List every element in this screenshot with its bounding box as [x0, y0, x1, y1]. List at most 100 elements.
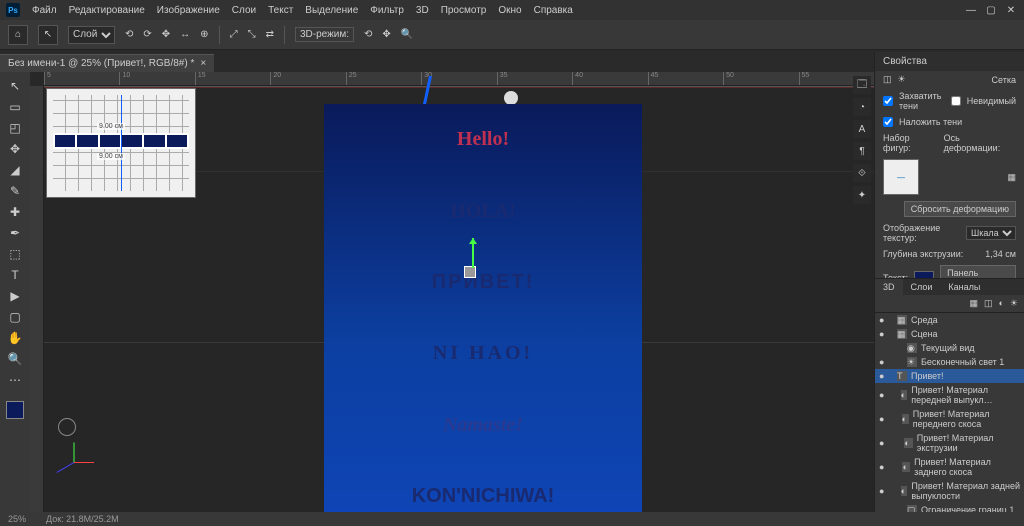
cb-invisible[interactable] [951, 96, 961, 106]
pan-icon[interactable]: ✥ [162, 29, 170, 40]
path-tool[interactable]: ▶ [3, 286, 27, 306]
shape-tool[interactable]: ▢ [3, 307, 27, 327]
3d-item[interactable]: ●◐Привет! Материал заднего скоса [875, 455, 1024, 479]
texture-mapping-select[interactable]: Шкала [966, 226, 1016, 240]
3d-item[interactable]: ●◐Привет! Материал экструзии [875, 431, 1024, 455]
zoom-level[interactable]: 25% [8, 514, 26, 524]
menu-select[interactable]: Выделение [305, 5, 358, 16]
ri-1[interactable]: 🗔 [853, 76, 871, 94]
type-tool[interactable]: T [3, 265, 27, 285]
document-tab[interactable]: Без имени-1 @ 25% (Привет!, RGB/8#) * × [0, 54, 214, 72]
frame-tool[interactable]: ◢ [3, 160, 27, 180]
ri-5[interactable]: ⟐ [853, 164, 871, 182]
3d-orbit-icon[interactable]: ⟲ [364, 29, 372, 40]
canvas[interactable]: Hello! HOLA! ПРИВЕТ! NI HAO! Namaste! KO… [44, 86, 874, 512]
color-swatch[interactable] [6, 401, 24, 419]
eyedropper-tool[interactable]: ✎ [3, 181, 27, 201]
home-icon[interactable]: ⌂ [8, 25, 28, 45]
filter-scene-icon[interactable]: ▦ [969, 298, 978, 309]
zoom-tool[interactable]: 🔍 [3, 349, 27, 369]
navigator-panel[interactable]: 9.00 см 9.00 см [46, 88, 196, 198]
marquee-tool[interactable]: ▭ [3, 97, 27, 117]
3d-item[interactable]: ●◐Привет! Материал передней выпукл… [875, 383, 1024, 407]
menu-layers[interactable]: Слои [232, 5, 256, 16]
3d-item[interactable]: ●▦Среда [875, 313, 1024, 327]
slide-icon[interactable]: ↔ [180, 29, 190, 40]
move-tool[interactable]: ↖ [3, 76, 27, 96]
shape-preset-thumb[interactable]: — [883, 159, 919, 195]
stamp-tool[interactable]: ⬚ [3, 244, 27, 264]
visibility-icon[interactable]: ● [879, 462, 887, 472]
item-type-icon: ◉ [907, 343, 917, 353]
visibility-icon[interactable]: ● [879, 315, 889, 325]
visibility-icon[interactable]: ● [879, 438, 888, 448]
ruler-vertical[interactable] [30, 86, 44, 512]
orbit-icon[interactable]: ⟲ [125, 29, 133, 40]
heal-tool[interactable]: ✚ [3, 202, 27, 222]
tool-preset-icon[interactable]: ↖ [38, 25, 58, 45]
3d-item[interactable]: ◉Текущий вид [875, 341, 1024, 355]
3d-rotate-handle[interactable] [504, 91, 518, 105]
3d-item[interactable]: ●TПривет! [875, 369, 1024, 383]
gizmo-y-axis[interactable] [472, 238, 474, 268]
3d-text-object[interactable]: Hello! HOLA! ПРИВЕТ! NI HAO! Namaste! KO… [324, 104, 642, 512]
tab-3d[interactable]: 3D [875, 279, 903, 295]
move-icon[interactable]: ⇄ [266, 29, 274, 40]
visibility-icon[interactable]: ● [879, 371, 889, 381]
visibility-icon[interactable]: ● [879, 486, 886, 496]
3d-item[interactable]: ●▦Сцена [875, 327, 1024, 341]
window-max-icon[interactable]: ▢ [984, 5, 998, 16]
tab-layers[interactable]: Слои [903, 279, 941, 295]
menu-3d[interactable]: 3D [416, 5, 429, 16]
3d-item[interactable]: ●◐Привет! Материал задней выпуклости [875, 479, 1024, 503]
menu-help[interactable]: Справка [534, 5, 573, 16]
roll-icon[interactable]: ⟳ [143, 29, 151, 40]
menu-text[interactable]: Текст [268, 5, 293, 16]
scale-icon[interactable]: ⤡ [248, 29, 256, 40]
deform-axis-btn[interactable]: ▦ [1007, 172, 1016, 183]
menu-filter[interactable]: Фильтр [370, 5, 404, 16]
filter-mesh-icon[interactable]: ◫ [984, 298, 993, 309]
3d-axis-widget[interactable] [64, 442, 104, 482]
ri-3[interactable]: A [853, 120, 871, 138]
tab-channels[interactable]: Каналы [940, 279, 988, 295]
ri-4[interactable]: ¶ [853, 142, 871, 160]
ri-2[interactable]: ◔ [853, 98, 871, 116]
menu-file[interactable]: Файл [32, 5, 57, 16]
crop-tool[interactable]: ✥ [3, 139, 27, 159]
3d-item[interactable]: ●◐Привет! Материал переднего скоса [875, 407, 1024, 431]
visibility-icon[interactable]: ● [879, 357, 889, 367]
cb-catch-shadows[interactable] [883, 96, 893, 106]
properties-tab[interactable]: Свойства [875, 52, 1024, 71]
layer-select[interactable]: Слой [68, 26, 115, 44]
visibility-icon[interactable]: ● [879, 414, 886, 424]
window-min-icon[interactable]: — [964, 5, 978, 16]
menu-image[interactable]: Изображение [157, 5, 220, 16]
window-close-icon[interactable]: ✕ [1004, 5, 1018, 16]
more-tool[interactable]: ⋯ [3, 370, 27, 390]
brush-tool[interactable]: ✒ [3, 223, 27, 243]
ri-6[interactable]: ✦ [853, 186, 871, 204]
gizmo-center[interactable] [464, 266, 476, 278]
3d-item[interactable]: ▢Ограничение границ 1 [875, 503, 1024, 512]
3d-zoom-icon[interactable]: 🔍 [401, 29, 413, 40]
menu-window[interactable]: Окно [498, 5, 521, 16]
hand-tool[interactable]: ✋ [3, 328, 27, 348]
reset-deform-button[interactable]: Сбросить деформацию [904, 201, 1016, 217]
lasso-tool[interactable]: ◰ [3, 118, 27, 138]
zoom-icon[interactable]: ⊕ [200, 29, 208, 40]
cb-cast-shadows[interactable] [883, 117, 893, 127]
3d-pan-icon[interactable]: ✥ [382, 29, 390, 40]
3d-gizmo[interactable] [464, 266, 476, 278]
ruler-horizontal[interactable]: 510152025303540455055 [44, 72, 874, 86]
visibility-icon[interactable]: ● [879, 329, 889, 339]
filter-light-icon[interactable]: ☀ [1010, 298, 1018, 309]
menu-view[interactable]: Просмотр [441, 5, 487, 16]
extrusion-depth-value[interactable]: 1,34 см [985, 249, 1016, 259]
menu-edit[interactable]: Редактирование [69, 5, 145, 16]
3d-item[interactable]: ●☀Бесконечный свет 1 [875, 355, 1024, 369]
rotate-icon[interactable]: ⤢ [230, 29, 238, 40]
tab-close-icon[interactable]: × [200, 58, 206, 69]
filter-material-icon[interactable]: ◐ [998, 298, 1003, 309]
visibility-icon[interactable]: ● [879, 390, 886, 400]
